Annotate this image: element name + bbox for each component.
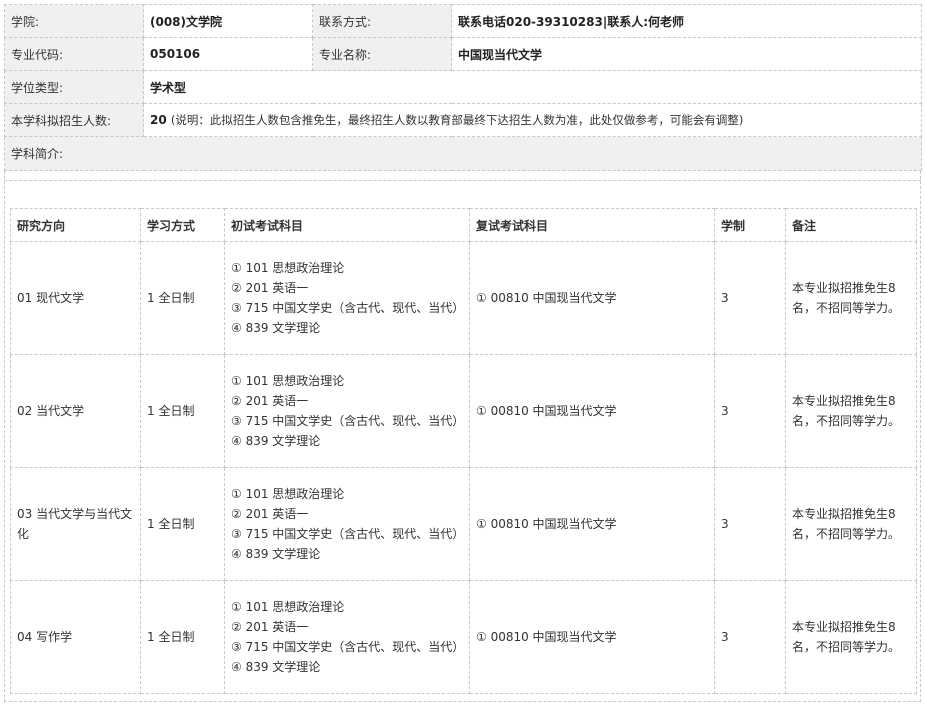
program-info-table: 学院: (008)文学院 联系方式: 联系电话020-39310283|联系人:…: [4, 4, 922, 171]
years-cell: 3: [714, 241, 786, 355]
retest-cell: ① 00810 中国现当代文学: [469, 241, 715, 355]
exam-subject: ② 201 英语一: [231, 281, 309, 295]
exam-subject: ③ 715 中国文学史（含古代、现代、当代）: [231, 301, 465, 315]
exam-subject: ④ 839 文学理论: [231, 547, 321, 561]
header-retest: 复试考试科目: [469, 208, 715, 242]
major-code-value: 050106: [143, 37, 313, 71]
table-row: 03 当代文学与当代文化 1 全日制 ① 101 思想政治理论 ② 201 英语…: [10, 467, 917, 581]
retest-cell: ① 00810 中国现当代文学: [469, 467, 715, 581]
header-note: 备注: [785, 208, 917, 242]
major-name-label: 专业名称:: [312, 37, 452, 71]
enroll-number: 20: [150, 113, 167, 127]
direction-cell: 04 写作学: [10, 580, 141, 694]
contact-value: 联系电话020-39310283|联系人:何老师: [451, 4, 922, 38]
info-row-intro: 学科简介:: [4, 136, 922, 171]
info-row-degree: 学位类型: 学术型: [4, 70, 922, 104]
contact-label: 联系方式:: [312, 4, 452, 38]
exam-subject: ① 101 思想政治理论: [231, 374, 345, 388]
research-directions-table: 研究方向 学习方式 初试考试科目 复试考试科目 学制 备注 01 现代文学 1 …: [10, 208, 917, 694]
info-row-major: 专业代码: 050106 专业名称: 中国现当代文学: [4, 37, 922, 71]
degree-type-value: 学术型: [143, 70, 922, 104]
exam-subject: ③ 715 中国文学史（含古代、现代、当代）: [231, 527, 465, 541]
header-direction: 研究方向: [10, 208, 141, 242]
header-mode: 学习方式: [140, 208, 225, 242]
exam-subject: ① 101 思想政治理论: [231, 487, 345, 501]
mode-cell: 1 全日制: [140, 467, 225, 581]
table-header-row: 研究方向 学习方式 初试考试科目 复试考试科目 学制 备注: [10, 208, 917, 242]
table-row: 02 当代文学 1 全日制 ① 101 思想政治理论 ② 201 英语一 ③ 7…: [10, 354, 917, 468]
years-cell: 3: [714, 354, 786, 468]
exam-subject: ④ 839 文学理论: [231, 660, 321, 674]
note-cell: 本专业拟招推免生8名，不招同等学力。: [785, 241, 917, 355]
exam-subject: ③ 715 中国文学史（含古代、现代、当代）: [231, 640, 465, 654]
enroll-note: (说明：此拟招生人数包含推免生，最终招生人数以教育部最终下达招生人数为准，此处仅…: [170, 113, 744, 127]
years-cell: 3: [714, 580, 786, 694]
exam-cell: ① 101 思想政治理论 ② 201 英语一 ③ 715 中国文学史（含古代、现…: [224, 467, 470, 581]
info-row-college: 学院: (008)文学院 联系方式: 联系电话020-39310283|联系人:…: [4, 4, 922, 38]
exam-subject: ③ 715 中国文学史（含古代、现代、当代）: [231, 414, 465, 428]
mode-cell: 1 全日制: [140, 354, 225, 468]
exam-subject: ④ 839 文学理论: [231, 434, 321, 448]
exam-cell: ① 101 思想政治理论 ② 201 英语一 ③ 715 中国文学史（含古代、现…: [224, 354, 470, 468]
years-cell: 3: [714, 467, 786, 581]
intro-label: 学科简介:: [4, 136, 922, 171]
table-row: 01 现代文学 1 全日制 ① 101 思想政治理论 ② 201 英语一 ③ 7…: [10, 241, 917, 355]
retest-cell: ① 00810 中国现当代文学: [469, 354, 715, 468]
info-row-enroll: 本学科拟招生人数: 20 (说明：此拟招生人数包含推免生，最终招生人数以教育部最…: [4, 103, 922, 137]
exam-cell: ① 101 思想政治理论 ② 201 英语一 ③ 715 中国文学史（含古代、现…: [224, 580, 470, 694]
header-exam: 初试考试科目: [224, 208, 470, 242]
direction-cell: 02 当代文学: [10, 354, 141, 468]
enroll-label: 本学科拟招生人数:: [4, 103, 144, 137]
degree-type-label: 学位类型:: [4, 70, 144, 104]
exam-cell: ① 101 思想政治理论 ② 201 英语一 ③ 715 中国文学史（含古代、现…: [224, 241, 470, 355]
table-row: 04 写作学 1 全日制 ① 101 思想政治理论 ② 201 英语一 ③ 71…: [10, 580, 917, 694]
exam-subject: ④ 839 文学理论: [231, 321, 321, 335]
college-value: (008)文学院: [143, 4, 313, 38]
exam-subject: ② 201 英语一: [231, 507, 309, 521]
note-cell: 本专业拟招推免生8名，不招同等学力。: [785, 354, 917, 468]
header-years: 学制: [714, 208, 786, 242]
direction-cell: 01 现代文学: [10, 241, 141, 355]
direction-cell: 03 当代文学与当代文化: [10, 467, 141, 581]
enroll-value: 20 (说明：此拟招生人数包含推免生，最终招生人数以教育部最终下达招生人数为准，…: [143, 103, 922, 137]
exam-subject: ② 201 英语一: [231, 394, 309, 408]
college-label: 学院:: [4, 4, 144, 38]
major-code-label: 专业代码:: [4, 37, 144, 71]
mode-cell: 1 全日制: [140, 241, 225, 355]
major-name-value: 中国现当代文学: [451, 37, 922, 71]
note-cell: 本专业拟招推免生8名，不招同等学力。: [785, 580, 917, 694]
mode-cell: 1 全日制: [140, 580, 225, 694]
note-cell: 本专业拟招推免生8名，不招同等学力。: [785, 467, 917, 581]
exam-subject: ① 101 思想政治理论: [231, 261, 345, 275]
exam-subject: ② 201 英语一: [231, 620, 309, 634]
retest-cell: ① 00810 中国现当代文学: [469, 580, 715, 694]
exam-subject: ① 101 思想政治理论: [231, 600, 345, 614]
